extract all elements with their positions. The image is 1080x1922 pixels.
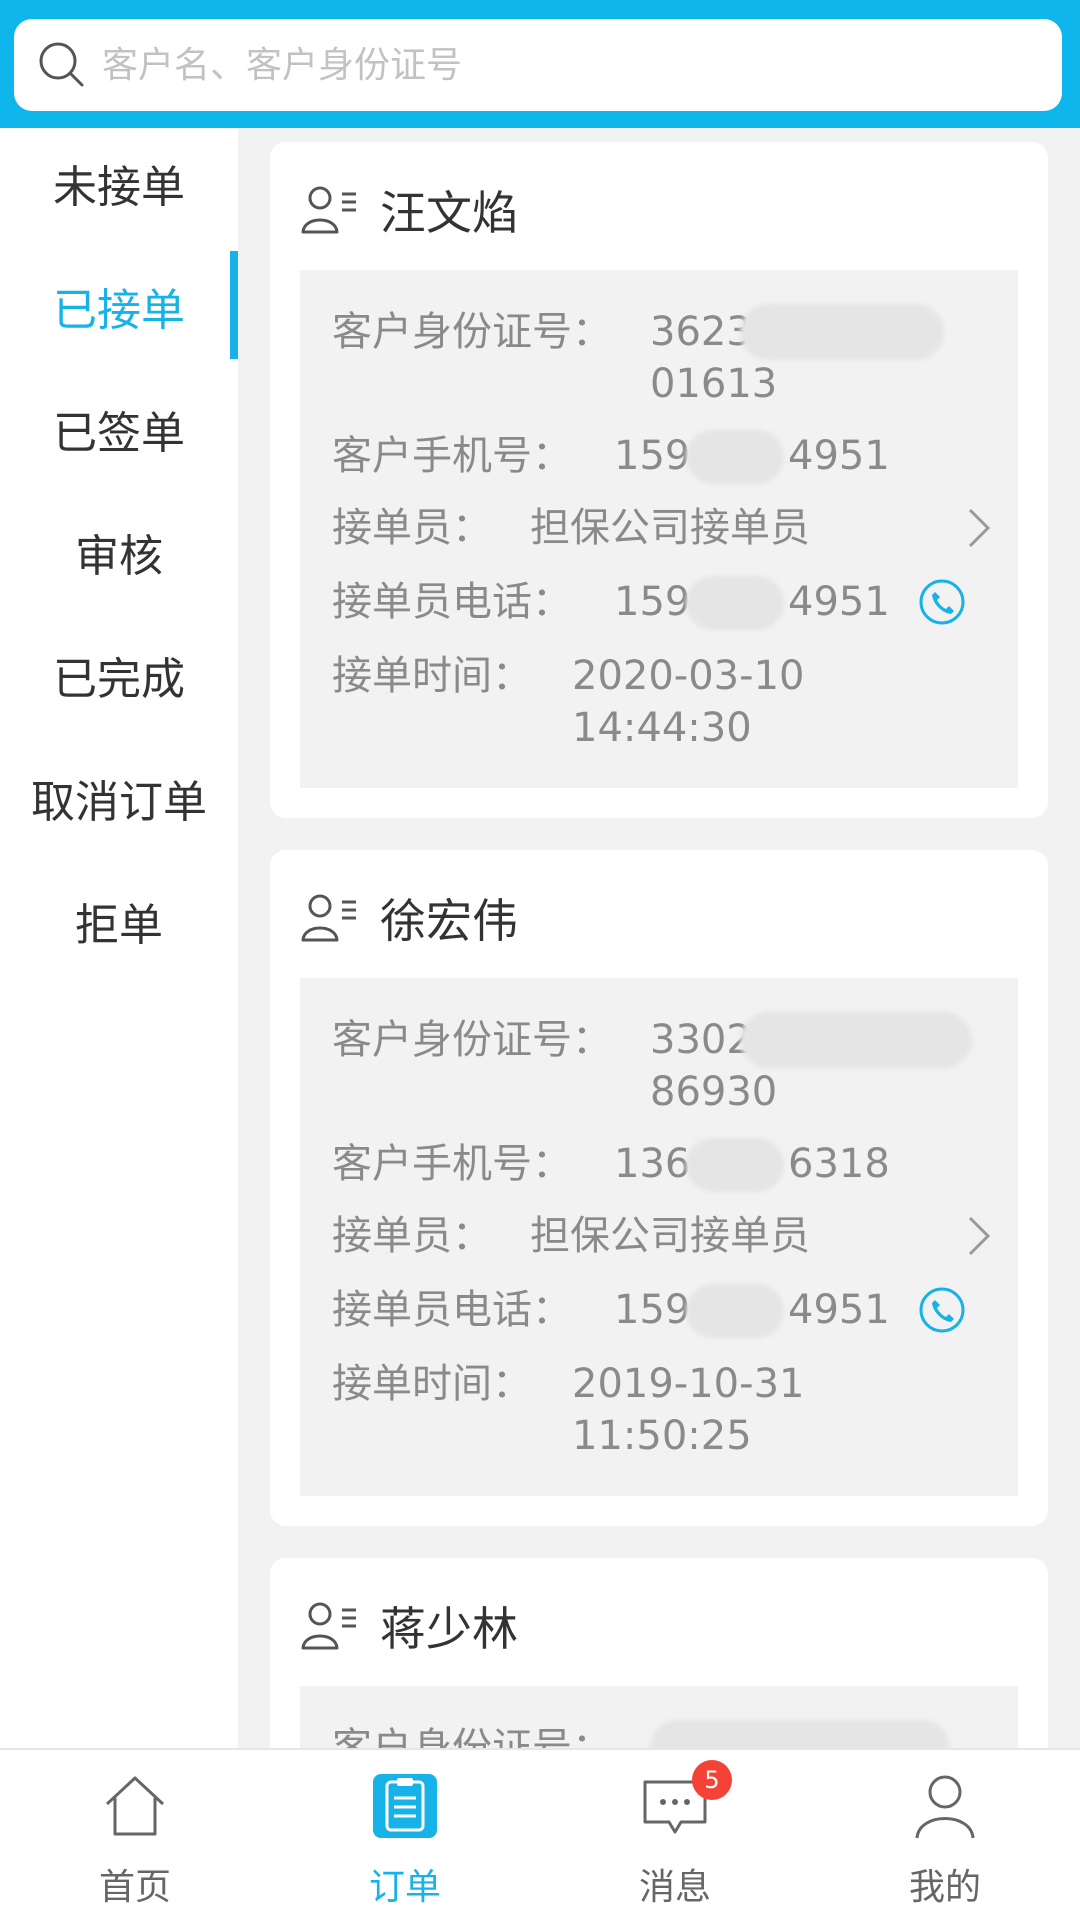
search-input[interactable] [100,43,1004,87]
customer-name: 汪文焰 [380,186,518,240]
sidebar-item-signed[interactable]: 已签单 [0,374,238,484]
id-label: 客户身份证号： [332,1725,612,1748]
unread-badge: 5 [692,1760,732,1800]
sidebar-item-label: 审核 [75,531,163,582]
order-card[interactable]: 蒋少林 客户身份证号： [270,1558,1048,1748]
search-icon [39,42,84,87]
mobile-suffix: 6318 [788,1141,890,1187]
sidebar-item-rejected[interactable]: 拒单 [0,866,238,976]
agent-row[interactable]: 接单员： 担保公司接单员 [332,502,992,558]
tab-profile[interactable]: 我的 [810,1750,1080,1922]
sidebar-item-accepted[interactable]: 已接单 [0,251,238,361]
sidebar-item-label: 拒单 [75,900,163,951]
order-card-header: 汪文焰 [270,142,1048,278]
tab-label: 首页 [98,1867,171,1908]
sidebar-item-label: 已完成 [53,654,185,705]
tab-label: 我的 [908,1867,981,1908]
agent-phone-suffix: 4951 [788,579,890,625]
agent-phone-prefix: 159 [614,579,691,625]
id-label: 客户身份证号： [332,1017,612,1063]
phone-call-icon[interactable] [918,578,966,626]
customer-name: 蒋少林 [380,1602,518,1656]
redacted-mobile [686,1138,784,1192]
sidebar-item-review[interactable]: 审核 [0,497,238,607]
sidebar-item-label: 已接单 [53,285,185,336]
agent-value: 担保公司接单员 [530,1213,810,1259]
home-icon [105,1776,165,1836]
customer-name: 徐宏伟 [380,894,518,948]
agent-phone-label: 接单员电话： [332,579,572,625]
id-value-line2: 86930 [650,1069,778,1115]
redacted-mobile [686,430,784,484]
order-icon [373,1774,437,1838]
order-details: 客户身份证号： [300,1686,1018,1748]
time-clock: 11:50:25 [572,1413,752,1459]
order-list: 汪文焰 客户身份证号： 3623 01613 客户手机号： 159 4951 接… [238,128,1080,1748]
agent-phone-suffix: 4951 [788,1287,890,1333]
time-label: 接单时间： [332,653,532,699]
agent-phone-row: 接单员电话： 159 4951 [332,576,992,632]
customer-list-icon [301,894,356,942]
agent-row[interactable]: 接单员： 担保公司接单员 [332,1210,992,1266]
order-card-header: 蒋少林 [270,1558,1048,1694]
agent-label: 接单员： [332,1213,492,1259]
order-card-header: 徐宏伟 [270,850,1048,986]
id-label: 客户身份证号： [332,309,612,355]
agent-phone-row: 接单员电话： 159 4951 [332,1284,992,1340]
tab-orders[interactable]: 订单 [270,1750,540,1922]
sidebar-active-indicator [230,251,238,359]
redacted-agent-phone [686,1284,784,1338]
redacted-id [740,304,944,360]
top-bar [0,0,1080,128]
order-card[interactable]: 徐宏伟 客户身份证号： 3302 86930 客户手机号： 136 6318 接… [270,850,1048,1526]
chevron-right-icon [968,508,991,548]
agent-label: 接单员： [332,505,492,551]
customer-list-icon [301,1602,356,1650]
id-value-line2: 01613 [650,361,778,407]
mobile-prefix: 159 [614,433,691,479]
agent-phone-label: 接单员电话： [332,1287,572,1333]
order-card[interactable]: 汪文焰 客户身份证号： 3623 01613 客户手机号： 159 4951 接… [270,142,1048,818]
id-value-line1: 3623 [650,309,752,355]
sidebar-item-label: 未接单 [53,162,185,213]
tab-label: 订单 [368,1867,441,1908]
bottom-tab-bar: 首页 订单 5 消息 我的 [0,1748,1080,1922]
sidebar-item-cancelled[interactable]: 取消订单 [0,743,238,853]
time-label: 接单时间： [332,1361,532,1407]
profile-icon [915,1775,975,1839]
search-bar[interactable] [14,19,1062,111]
tab-home[interactable]: 首页 [0,1750,270,1922]
agent-value: 担保公司接单员 [530,505,810,551]
id-value-line1: 3302 [650,1017,752,1063]
mobile-label: 客户手机号： [332,1141,572,1187]
tab-label: 消息 [638,1867,711,1908]
sidebar-item-label: 已签单 [53,408,185,459]
order-details: 客户身份证号： 3302 86930 客户手机号： 136 6318 接单员： … [300,978,1018,1496]
agent-phone-prefix: 159 [614,1287,691,1333]
time-date: 2020-03-10 [572,653,805,699]
order-details: 客户身份证号： 3623 01613 客户手机号： 159 4951 接单员： … [300,270,1018,788]
mobile-suffix: 4951 [788,433,890,479]
redacted-id [740,1012,972,1068]
status-sidebar: 未接单 已接单 已签单 审核 已完成 取消订单 拒单 [0,128,238,1748]
customer-list-icon [301,186,356,234]
phone-call-icon[interactable] [918,1286,966,1334]
redacted-agent-phone [686,576,784,630]
sidebar-item-completed[interactable]: 已完成 [0,620,238,730]
mobile-label: 客户手机号： [332,433,572,479]
redacted-id [650,1720,950,1748]
sidebar-item-unaccepted[interactable]: 未接单 [0,128,238,238]
chevron-right-icon [968,1216,991,1256]
tab-messages[interactable]: 5 消息 [540,1750,810,1922]
time-date: 2019-10-31 [572,1361,805,1407]
mobile-prefix: 136 [614,1141,691,1187]
time-clock: 14:44:30 [572,705,752,751]
sidebar-item-label: 取消订单 [31,777,207,828]
